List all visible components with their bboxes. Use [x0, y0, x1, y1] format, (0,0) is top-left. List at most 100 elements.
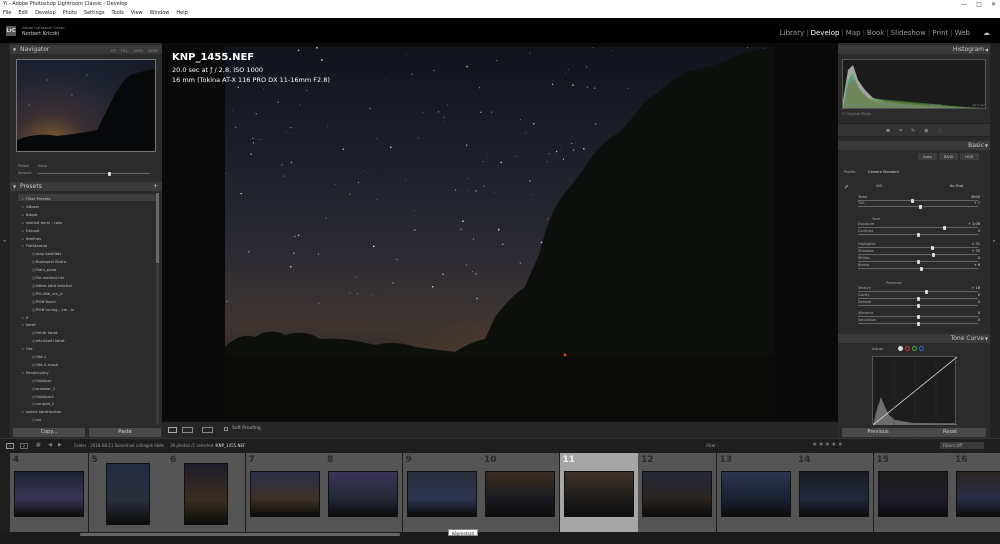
bw-button[interactable]: B&W — [938, 153, 959, 160]
preset-item[interactable]: ▤kéviskoltl keret — [32, 338, 65, 343]
forward-arrow-icon[interactable]: ▶ — [58, 442, 62, 448]
tone-curve-header[interactable]: Tone Curve ▼ — [838, 334, 990, 343]
filmstrip-thumbnail[interactable] — [184, 463, 228, 525]
right-panel-toggle[interactable]: ▸ — [990, 43, 1000, 438]
preset-item[interactable]: ▤Outdoor2 — [32, 394, 54, 399]
filmstrip-thumbnail[interactable] — [642, 471, 712, 517]
slider-knob[interactable] — [930, 245, 934, 250]
preset-item[interactable]: ▸ Bloser — [22, 212, 38, 217]
slider-knob[interactable] — [916, 259, 920, 264]
filmstrip-thumbnail[interactable] — [406, 471, 477, 517]
grid-view-icon[interactable]: ▦ — [36, 442, 41, 448]
slider-knob[interactable] — [910, 198, 914, 203]
curve-green-dot[interactable] — [912, 346, 917, 351]
histogram-header[interactable]: Histogram ◀ — [838, 45, 990, 54]
slider-value[interactable]: + 33 — [972, 249, 981, 253]
filmstrip-cell[interactable]: 7 — [245, 453, 324, 532]
paste-button[interactable]: Paste — [89, 428, 161, 437]
filmstrip-cell[interactable]: 12 — [638, 453, 716, 532]
loupe-view-icon[interactable] — [168, 427, 177, 433]
menu-develop[interactable]: Develop — [35, 9, 56, 18]
preset-item[interactable]: ▤Fehér keret — [32, 330, 58, 335]
preset-item[interactable]: ▤outdoor_3 — [32, 386, 55, 391]
filmstrip-thumbnail[interactable] — [249, 471, 320, 517]
preset-item[interactable]: ▤Budapest Bistro — [32, 259, 66, 264]
slider-knob[interactable] — [916, 296, 920, 301]
minimize-button[interactable]: — — [961, 0, 967, 9]
preset-item[interactable]: ▤Da mertesi-hal — [32, 275, 64, 280]
filmstrip-scrollbar[interactable] — [80, 533, 400, 536]
preset-item[interactable]: ▸ ABoser — [22, 204, 39, 209]
slider-track[interactable] — [858, 204, 978, 209]
filmstrip-thumbnail[interactable] — [563, 471, 634, 517]
navigator-header[interactable]: ▼ Navigator FIT FILL 100% 400% — [10, 45, 162, 54]
crop-icon[interactable]: ⌗ — [899, 124, 902, 136]
presets-header[interactable]: ▼ Presets + — [10, 182, 162, 191]
preset-item[interactable]: ▤sunped_2 — [32, 401, 54, 406]
preset-item[interactable]: ▤Dahl_pizza — [32, 267, 56, 272]
slider-knob[interactable] — [916, 232, 920, 237]
filmstrip-cell[interactable]: 5 — [88, 453, 167, 532]
menu-edit[interactable]: Edit — [18, 9, 28, 18]
folder-path[interactable]: Folder : 2018-08-11 Szandrval csillagok … — [74, 443, 164, 448]
filmstrip-cell[interactable]: 13 — [716, 453, 795, 532]
hdr-button[interactable]: HDR — [960, 153, 979, 160]
filmstrip-thumbnail[interactable] — [799, 471, 869, 517]
preset-item[interactable]: ▸ Filter Presets — [22, 196, 50, 201]
wb-dropdown[interactable]: As Shot — [950, 184, 963, 188]
tone-curve-graph[interactable] — [872, 356, 958, 426]
slider-track[interactable] — [858, 296, 978, 301]
filmstrip-cell[interactable]: 16 — [952, 453, 1000, 532]
slider-track[interactable] — [858, 321, 978, 326]
filmstrip-thumbnail[interactable] — [14, 471, 84, 517]
module-print[interactable]: Print — [932, 28, 948, 38]
profile-dropdown[interactable]: Camera Standard — [868, 170, 899, 174]
preset-item[interactable]: ▤alap beállítás — [32, 251, 61, 256]
heal-icon[interactable]: ✎ — [911, 124, 915, 136]
slider-knob[interactable] — [918, 204, 922, 209]
menu-photo[interactable]: Photo — [63, 9, 77, 18]
slider-knob[interactable] — [916, 303, 920, 308]
amount-slider-knob[interactable] — [108, 171, 111, 176]
amount-slider[interactable] — [38, 171, 150, 176]
slider-track[interactable] — [858, 232, 978, 237]
menu-window[interactable]: Window — [150, 9, 170, 18]
filmstrip-thumbnail[interactable] — [720, 471, 791, 517]
slider-value[interactable]: + 9 — [974, 263, 980, 267]
copy-button[interactable]: Copy... — [13, 428, 85, 437]
slider-value[interactable]: 4000 — [971, 195, 980, 199]
slider-value[interactable]: + 18 — [972, 286, 981, 290]
before-after-icon[interactable] — [182, 427, 193, 433]
filmstrip-cell[interactable]: 11 — [559, 453, 638, 532]
curve-blue-dot[interactable] — [919, 346, 924, 351]
preset-item[interactable]: ▸ étellhos — [22, 236, 41, 241]
back-arrow-icon[interactable]: ◀ — [48, 442, 52, 448]
add-preset-button[interactable]: + — [153, 182, 158, 191]
slider-knob[interactable] — [924, 289, 928, 294]
page-2-button[interactable]: 2 — [20, 443, 28, 449]
menu-help[interactable]: Help — [176, 9, 187, 18]
module-map[interactable]: Map — [846, 28, 861, 38]
module-develop[interactable]: Develop — [811, 28, 840, 38]
zoom-fill[interactable]: FILL — [121, 47, 128, 56]
filmstrip-thumbnail[interactable] — [877, 471, 948, 517]
basic-header[interactable]: Basic ▼ — [838, 141, 990, 150]
slider-value[interactable]: + 2,06 — [968, 222, 980, 226]
module-book[interactable]: Book — [867, 28, 884, 38]
module-web[interactable]: Web — [955, 28, 970, 38]
slider-knob[interactable] — [942, 225, 946, 230]
filmstrip-thumbnail[interactable] — [485, 471, 555, 517]
rating-filter-stars[interactable]: ★★★★★ — [812, 441, 844, 448]
preset-item[interactable]: ▤Okt-1 — [32, 354, 46, 359]
preset-item[interactable]: ▸ keret — [22, 322, 36, 327]
slider-track[interactable] — [858, 252, 978, 257]
masking-icon[interactable]: ◌ — [938, 124, 942, 136]
slider-value[interactable]: 0 — [978, 229, 980, 233]
slider-value[interactable]: 0 — [978, 293, 980, 297]
filmstrip-thumbnail[interactable] — [328, 471, 398, 517]
slider-track[interactable] — [858, 289, 978, 294]
slider-knob[interactable] — [916, 314, 920, 319]
preset-item[interactable]: ▤Okt-2-mask — [32, 362, 58, 367]
menu-settings[interactable]: Settings — [84, 9, 105, 18]
filmstrip-cell[interactable]: 15 — [873, 453, 952, 532]
